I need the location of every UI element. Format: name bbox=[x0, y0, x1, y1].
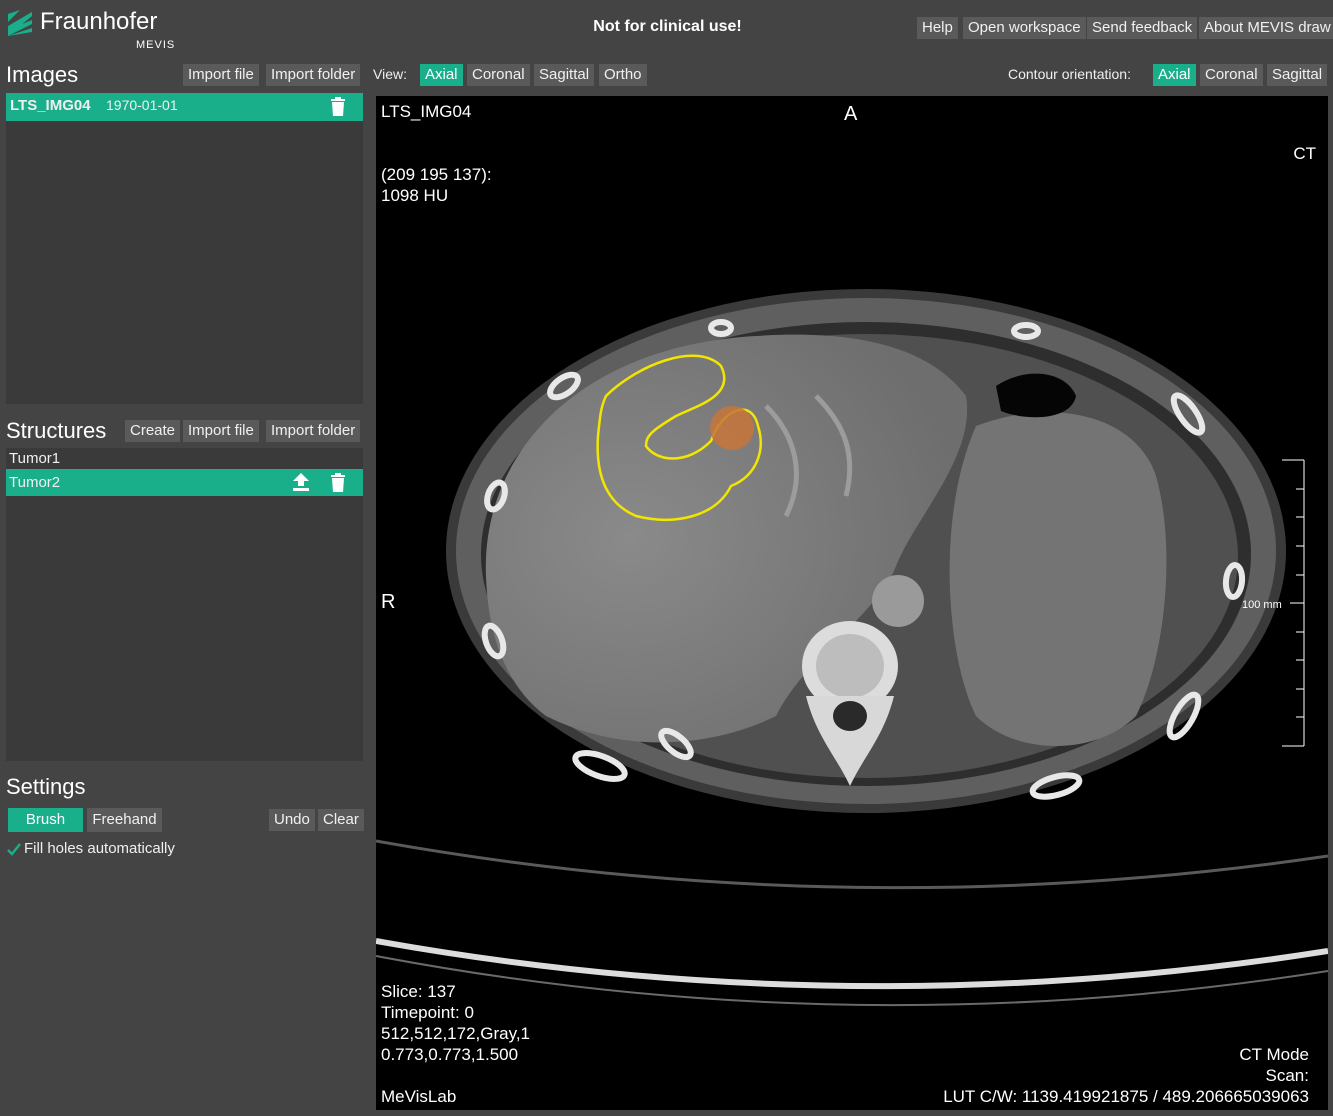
contour-orientation-label: Contour orientation: bbox=[1008, 66, 1131, 82]
clear-button[interactable]: Clear bbox=[318, 809, 364, 831]
trash-icon[interactable] bbox=[330, 97, 346, 116]
ct-slice-image[interactable] bbox=[376, 96, 1328, 1110]
spacing-overlay: 0.773,0.773,1.500 bbox=[381, 1045, 519, 1064]
about-button[interactable]: About MEVIS draw bbox=[1199, 17, 1333, 39]
structure-item-tumor2[interactable]: Tumor2 bbox=[6, 469, 363, 496]
structures-create-button[interactable]: Create bbox=[125, 420, 181, 442]
structure-label: Tumor2 bbox=[9, 474, 61, 491]
settings-title: Settings bbox=[6, 774, 86, 799]
slice-overlay: Slice: 137 bbox=[381, 982, 456, 1001]
logo-mark-icon bbox=[8, 10, 32, 36]
engine-overlay: MeVisLab bbox=[381, 1087, 457, 1106]
scan-overlay: Scan: bbox=[1265, 1066, 1309, 1085]
contour-sagittal-button[interactable]: Sagittal bbox=[1267, 64, 1328, 86]
mode-overlay: CT Mode bbox=[1239, 1045, 1309, 1064]
structures-import-file-button[interactable]: Import file bbox=[183, 420, 259, 442]
view-coronal-button[interactable]: Coronal bbox=[467, 64, 530, 86]
open-workspace-button[interactable]: Open workspace bbox=[963, 17, 1086, 39]
fill-holes-label[interactable]: Fill holes automatically bbox=[24, 840, 175, 857]
structure-item-tumor1[interactable]: Tumor1 bbox=[9, 450, 60, 467]
orientation-top: A bbox=[844, 103, 858, 125]
checkmark-icon[interactable] bbox=[7, 842, 21, 856]
hu-overlay: 1098 HU bbox=[381, 186, 449, 205]
view-ortho-button[interactable]: Ortho bbox=[599, 64, 647, 86]
upload-icon[interactable] bbox=[293, 473, 309, 491]
images-title: Images bbox=[6, 62, 79, 87]
contour-coronal-button[interactable]: Coronal bbox=[1200, 64, 1263, 86]
images-list bbox=[6, 93, 363, 404]
fraunhofer-logo: Fraunhofer MEVIS bbox=[6, 6, 176, 52]
send-feedback-button[interactable]: Send feedback bbox=[1087, 17, 1198, 39]
images-import-file-button[interactable]: Import file bbox=[183, 64, 259, 86]
dims-overlay: 512,512,172,Gray,1 bbox=[381, 1024, 531, 1043]
brand-sub: MEVIS bbox=[136, 39, 176, 51]
freehand-button[interactable]: Freehand bbox=[87, 808, 162, 832]
image-date: 1970-01-01 bbox=[106, 97, 178, 113]
contour-axial-button[interactable]: Axial bbox=[1153, 64, 1196, 86]
trash-icon[interactable] bbox=[330, 473, 346, 492]
view-label: View: bbox=[373, 66, 407, 82]
modality-overlay: CT bbox=[1293, 144, 1316, 163]
help-button[interactable]: Help bbox=[917, 17, 958, 39]
undo-button[interactable]: Undo bbox=[269, 809, 315, 831]
structures-title: Structures bbox=[6, 418, 107, 443]
images-import-folder-button[interactable]: Import folder bbox=[266, 64, 361, 86]
image-name: LTS_IMG04 bbox=[10, 97, 91, 114]
brush-button[interactable]: Brush bbox=[8, 808, 83, 832]
brand-name: Fraunhofer bbox=[40, 8, 158, 35]
coord-overlay: (209 195 137): bbox=[381, 165, 492, 184]
image-list-item[interactable]: LTS_IMG04 1970-01-01 bbox=[6, 93, 363, 121]
clinical-warning: Not for clinical use! bbox=[593, 18, 742, 35]
timepoint-overlay: Timepoint: 0 bbox=[381, 1003, 474, 1022]
image-viewer[interactable]: LTS_IMG04 A CT (209 195 137): 1098 HU R … bbox=[376, 96, 1328, 1110]
structures-import-folder-button[interactable]: Import folder bbox=[266, 420, 361, 442]
view-sagittal-button[interactable]: Sagittal bbox=[534, 64, 595, 86]
view-axial-button[interactable]: Axial bbox=[420, 64, 463, 86]
image-name-overlay: LTS_IMG04 bbox=[381, 102, 472, 121]
scale-label: 100 mm bbox=[1242, 599, 1282, 611]
lut-overlay: LUT C/W: 1139.419921875 / 489.2066650390… bbox=[943, 1087, 1309, 1106]
orientation-left: R bbox=[381, 591, 396, 613]
